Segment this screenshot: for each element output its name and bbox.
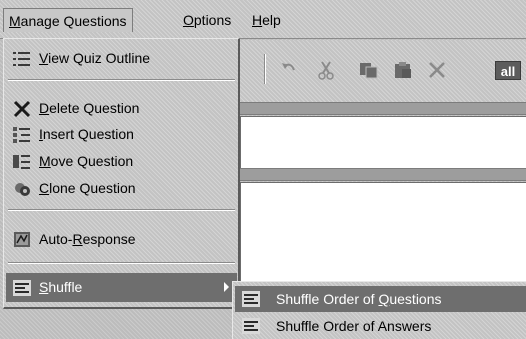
toolbar-separator: [264, 54, 266, 84]
label-mnemonic: C: [39, 180, 50, 196]
label-pre: Shuffle Order of: [276, 291, 379, 307]
move-icon: [12, 152, 34, 172]
delete-icon[interactable]: [426, 59, 448, 81]
submenu-item-label: Shuffle Order of Answers: [276, 313, 431, 339]
clone-icon: [12, 179, 34, 199]
content-panel-upper[interactable]: [240, 116, 526, 168]
copy-icon[interactable]: [358, 59, 380, 81]
menu-label-post: elp: [262, 12, 281, 28]
manage-questions-dropdown: View Quiz Outline Delete Question Insert…: [3, 38, 240, 309]
shuffle-submenu: Shuffle Order of Questions Shuffle Order…: [232, 281, 526, 339]
menu-manage-questions[interactable]: Manage Questions: [3, 8, 133, 32]
label-post: iew Quiz Outline: [48, 50, 151, 66]
shuffle-questions-icon: [241, 289, 263, 309]
delete-icon: [12, 99, 34, 119]
undo-icon[interactable]: [278, 59, 300, 81]
menu-label-post: anage Questions: [20, 13, 127, 29]
submenu-item-label: Shuffle Order of Questions: [276, 286, 442, 312]
menu-mnemonic: M: [9, 13, 21, 29]
menu-separator: [8, 79, 235, 81]
cut-icon[interactable]: [315, 59, 337, 81]
select-all-button[interactable]: all: [495, 61, 521, 80]
label-post: ove Question: [50, 153, 134, 169]
menu-mnemonic: H: [252, 12, 263, 28]
label-post: lone Question: [49, 180, 136, 196]
label-post: nsert Question: [42, 126, 134, 142]
menu-item-label: Move Question: [39, 147, 133, 176]
delete-question-item[interactable]: Delete Question: [6, 94, 237, 123]
label-mnemonic: Q: [378, 291, 390, 307]
clone-question-item[interactable]: Clone Question: [6, 174, 237, 203]
menu-item-label: Shuffle: [39, 273, 82, 302]
label-post: esponse: [82, 231, 136, 247]
label-mnemonic: V: [39, 50, 49, 66]
label-pre: Shuffle Order of Answers: [276, 318, 432, 334]
shuffle-icon: [12, 278, 34, 298]
shuffle-item[interactable]: Shuffle: [6, 273, 237, 302]
menu-item-label: View Quiz Outline: [39, 44, 150, 73]
menu-item-label: Auto-Response: [39, 225, 136, 254]
menu-options[interactable]: Options: [178, 8, 236, 32]
label-mnemonic: S: [39, 279, 49, 295]
menu-item-label: Delete Question: [39, 94, 139, 123]
section-header: [240, 102, 526, 115]
label-post: uestions: [389, 291, 442, 307]
menu-item-label: Insert Question: [39, 120, 134, 149]
content-panel-lower[interactable]: [240, 182, 526, 281]
insert-icon: [12, 125, 34, 145]
move-question-item[interactable]: Move Question: [6, 147, 237, 176]
submenu-arrow-icon: [224, 282, 229, 292]
view-quiz-outline-item[interactable]: View Quiz Outline: [6, 44, 237, 73]
menu-help[interactable]: Help: [247, 8, 286, 32]
menu-bar: Manage Questions Options Help: [0, 0, 526, 39]
section-header: [240, 168, 526, 181]
menu-label-post: ptions: [193, 12, 232, 28]
auto-response-icon: [12, 230, 34, 250]
menu-item-label: Clone Question: [39, 174, 136, 203]
insert-question-item[interactable]: Insert Question: [6, 120, 237, 149]
menu-separator: [8, 262, 235, 264]
label-post: elete Question: [49, 100, 140, 116]
paste-icon[interactable]: [392, 59, 414, 81]
auto-response-item[interactable]: Auto-Response: [6, 225, 237, 254]
shuffle-questions-item[interactable]: Shuffle Order of Questions: [235, 286, 526, 312]
menu-separator: [8, 209, 235, 211]
label-mnemonic: D: [39, 100, 50, 116]
toolbar: all: [240, 40, 526, 102]
label-mnemonic: R: [72, 231, 83, 247]
label-mnemonic: M: [39, 153, 51, 169]
label-pre: Auto-: [39, 231, 73, 247]
menu-mnemonic: O: [183, 12, 194, 28]
label-post: huffle: [48, 279, 83, 295]
shuffle-answers-item[interactable]: Shuffle Order of Answers: [235, 313, 526, 339]
outline-icon: [12, 49, 34, 69]
shuffle-answers-icon: [241, 316, 263, 336]
